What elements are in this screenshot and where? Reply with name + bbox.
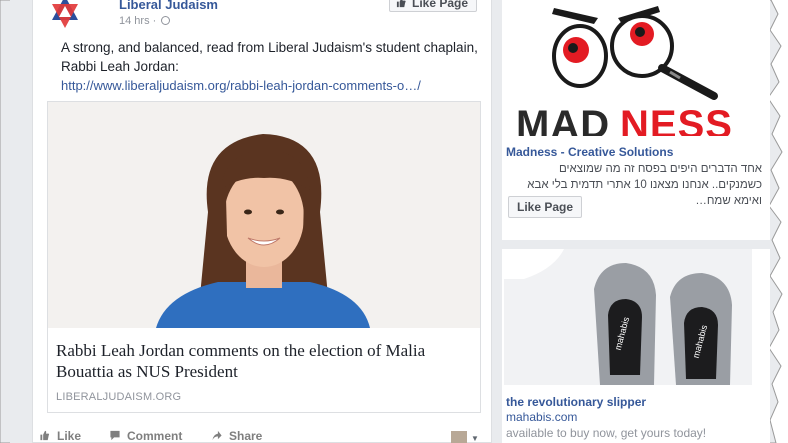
star-of-david-logo-icon[interactable] xyxy=(47,0,83,30)
share-label: Share xyxy=(229,429,263,443)
link-domain: LIBERALJUDAISM.ORG xyxy=(56,391,182,403)
thumbs-up-icon xyxy=(40,430,50,441)
link-preview-photo[interactable] xyxy=(48,102,480,328)
news-feed-post: Liberal Judaism 14 hrs · Like Page A str… xyxy=(32,0,492,443)
link-preview-card[interactable]: Rabbi Leah Jordan comments on the electi… xyxy=(47,101,481,413)
like-label: Like xyxy=(57,429,82,443)
thumbs-up-icon xyxy=(396,0,406,8)
madness-logo-text: MAD xyxy=(516,103,610,136)
comment-button[interactable]: Comment xyxy=(109,429,182,443)
like-page-label: Like Page xyxy=(412,0,469,10)
page-name-link[interactable]: Liberal Judaism xyxy=(119,0,218,12)
globe-icon xyxy=(161,16,171,25)
share-button[interactable]: Share xyxy=(211,429,262,443)
post-action-bar: Like Comment Share ▼ xyxy=(33,425,491,443)
avatar[interactable] xyxy=(451,431,467,443)
comment-icon xyxy=(110,430,120,441)
ad-title-madness[interactable]: Madness - Creative Solutions xyxy=(506,145,673,159)
comment-label: Comment xyxy=(127,429,183,443)
ad-domain-mahabis[interactable]: mahabis.com xyxy=(506,410,577,424)
svg-text:NESS: NESS xyxy=(620,103,733,136)
slipper-ad-image[interactable]: mahabis mahabis xyxy=(504,249,752,385)
share-icon xyxy=(212,430,222,441)
ad-title-mahabis[interactable]: the revolutionary slipper xyxy=(506,395,646,409)
post-url-link[interactable]: http://www.liberaljudaism.org/rabbi-leah… xyxy=(61,78,421,93)
like-page-button-top[interactable]: Like Page xyxy=(389,0,478,12)
post-message: A strong, and balanced, read from Libera… xyxy=(61,40,478,74)
like-page-button[interactable]: Like Page xyxy=(508,196,583,218)
sponsored-ad-mahabis: mahabis mahabis the revolutionary slippe… xyxy=(502,249,770,443)
like-button[interactable]: Like xyxy=(39,429,81,443)
chevron-down-icon[interactable]: ▼ xyxy=(471,434,479,443)
sponsored-ad-madness: MAD NESS Madness - Creative Solutions אח… xyxy=(502,0,770,240)
link-title[interactable]: Rabbi Leah Jordan comments on the electi… xyxy=(56,340,476,382)
post-timestamp[interactable]: 14 hrs · xyxy=(119,15,171,27)
facebook-screenshot: Liberal Judaism 14 hrs · Like Page A str… xyxy=(10,0,770,443)
timestamp-text: 14 hrs xyxy=(119,15,150,27)
ad-description-mahabis: available to buy now, get yours today! xyxy=(506,426,707,440)
madness-ad-image[interactable]: MAD NESS xyxy=(502,0,766,136)
